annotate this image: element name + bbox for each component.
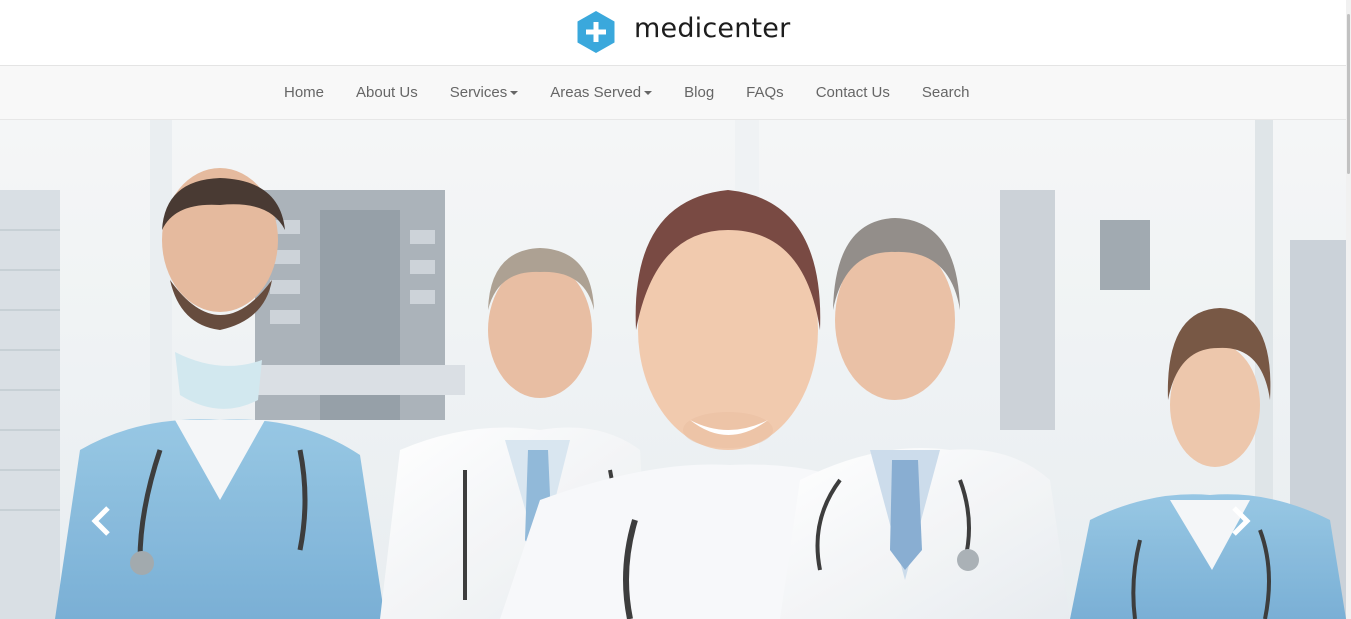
nav-item-services[interactable]: Services xyxy=(434,66,535,119)
plus-hexagon-icon xyxy=(577,11,615,53)
nav-item-home[interactable]: Home xyxy=(268,66,340,119)
hero-carousel xyxy=(0,120,1346,619)
nav-item-areas-served[interactable]: Areas Served xyxy=(534,66,668,119)
scrollbar-thumb[interactable] xyxy=(1347,14,1350,174)
nav-item-blog[interactable]: Blog xyxy=(668,66,730,119)
site-logo[interactable]: medicenter xyxy=(576,10,790,54)
nav-item-about-us[interactable]: About Us xyxy=(340,66,434,119)
hero-image-medical-team xyxy=(0,120,1346,619)
nav-item-label: Contact Us xyxy=(815,84,890,101)
nav-item-label: Areas Served xyxy=(550,84,642,101)
nav-item-label: Services xyxy=(449,84,508,101)
nav-item-faqs[interactable]: FAQs xyxy=(730,66,800,119)
chevron-left-icon xyxy=(91,506,110,536)
page: medicenter Home About Us Services Areas … xyxy=(0,0,1346,619)
carousel-next-button[interactable] xyxy=(1226,503,1256,539)
brand-bar: medicenter xyxy=(0,0,1346,66)
nav-item-label: Home xyxy=(284,84,325,101)
nav-item-contact-us[interactable]: Contact Us xyxy=(800,66,906,119)
nav-item-search[interactable]: Search xyxy=(906,66,986,119)
chevron-right-icon xyxy=(1232,506,1251,536)
brand-name: medicenter xyxy=(634,12,791,44)
caret-down-icon xyxy=(644,91,653,95)
nav-item-label: Search xyxy=(921,84,970,101)
nav-item-label: Blog xyxy=(684,84,715,101)
nav-item-label: FAQs xyxy=(746,84,784,101)
carousel-prev-button[interactable] xyxy=(86,503,116,539)
page-scrollbar[interactable] xyxy=(1346,0,1351,619)
nav-item-label: About Us xyxy=(356,84,418,101)
caret-down-icon xyxy=(510,91,519,95)
main-navigation: Home About Us Services Areas Served Blog… xyxy=(0,66,1346,120)
nav-menu: Home About Us Services Areas Served Blog… xyxy=(268,66,985,119)
